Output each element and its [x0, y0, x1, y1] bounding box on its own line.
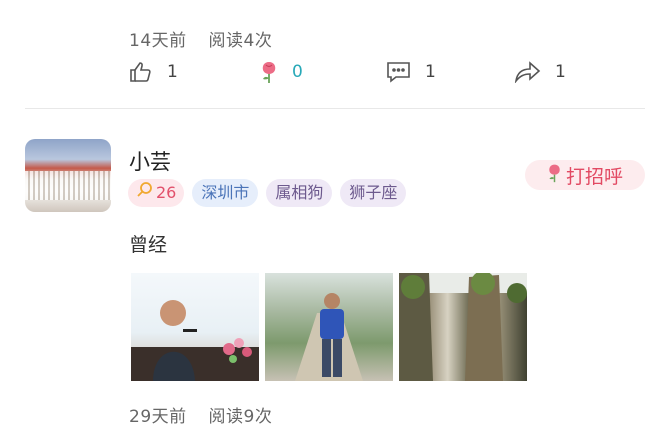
like-button[interactable]: 1: [129, 61, 178, 83]
post2-time: 29天前: [129, 407, 187, 427]
post-photo-2[interactable]: [265, 273, 393, 381]
comment-icon: [386, 61, 411, 83]
flower-button[interactable]: 0: [260, 60, 303, 84]
level-value: 26: [156, 183, 177, 202]
post-photo-1[interactable]: [131, 273, 259, 381]
flower-count: 0: [292, 62, 303, 82]
level-badge: 26: [128, 179, 185, 207]
post-text: 曾经: [129, 234, 168, 256]
post-reads: 阅读4次: [208, 31, 273, 51]
rose-icon: [260, 60, 278, 84]
post-photo-3[interactable]: [399, 273, 527, 381]
post-time: 14天前: [129, 31, 187, 51]
post2-reads: 阅读9次: [208, 407, 273, 427]
greet-button[interactable]: 打招呼: [525, 160, 645, 190]
user-tags: 26 深圳市 属相狗 狮子座: [128, 179, 407, 207]
thumbs-up-icon: [129, 61, 153, 83]
greet-label: 打招呼: [565, 165, 623, 188]
rose-icon: [547, 163, 562, 188]
tag-constellation: 狮子座: [340, 179, 407, 207]
tag-city: 深圳市: [192, 179, 259, 207]
comment-button[interactable]: 1: [386, 61, 436, 83]
comment-count: 1: [425, 62, 436, 82]
share-icon: [514, 61, 541, 83]
share-count: 1: [555, 62, 566, 82]
like-count: 1: [167, 62, 178, 82]
post-meta: 14天前 阅读4次: [129, 26, 272, 51]
share-button[interactable]: 1: [514, 61, 566, 83]
tag-zodiac: 属相狗: [266, 179, 333, 207]
avatar[interactable]: [25, 139, 111, 212]
user-name[interactable]: 小芸: [129, 146, 171, 176]
divider: [25, 108, 645, 109]
level-icon: [136, 179, 154, 207]
